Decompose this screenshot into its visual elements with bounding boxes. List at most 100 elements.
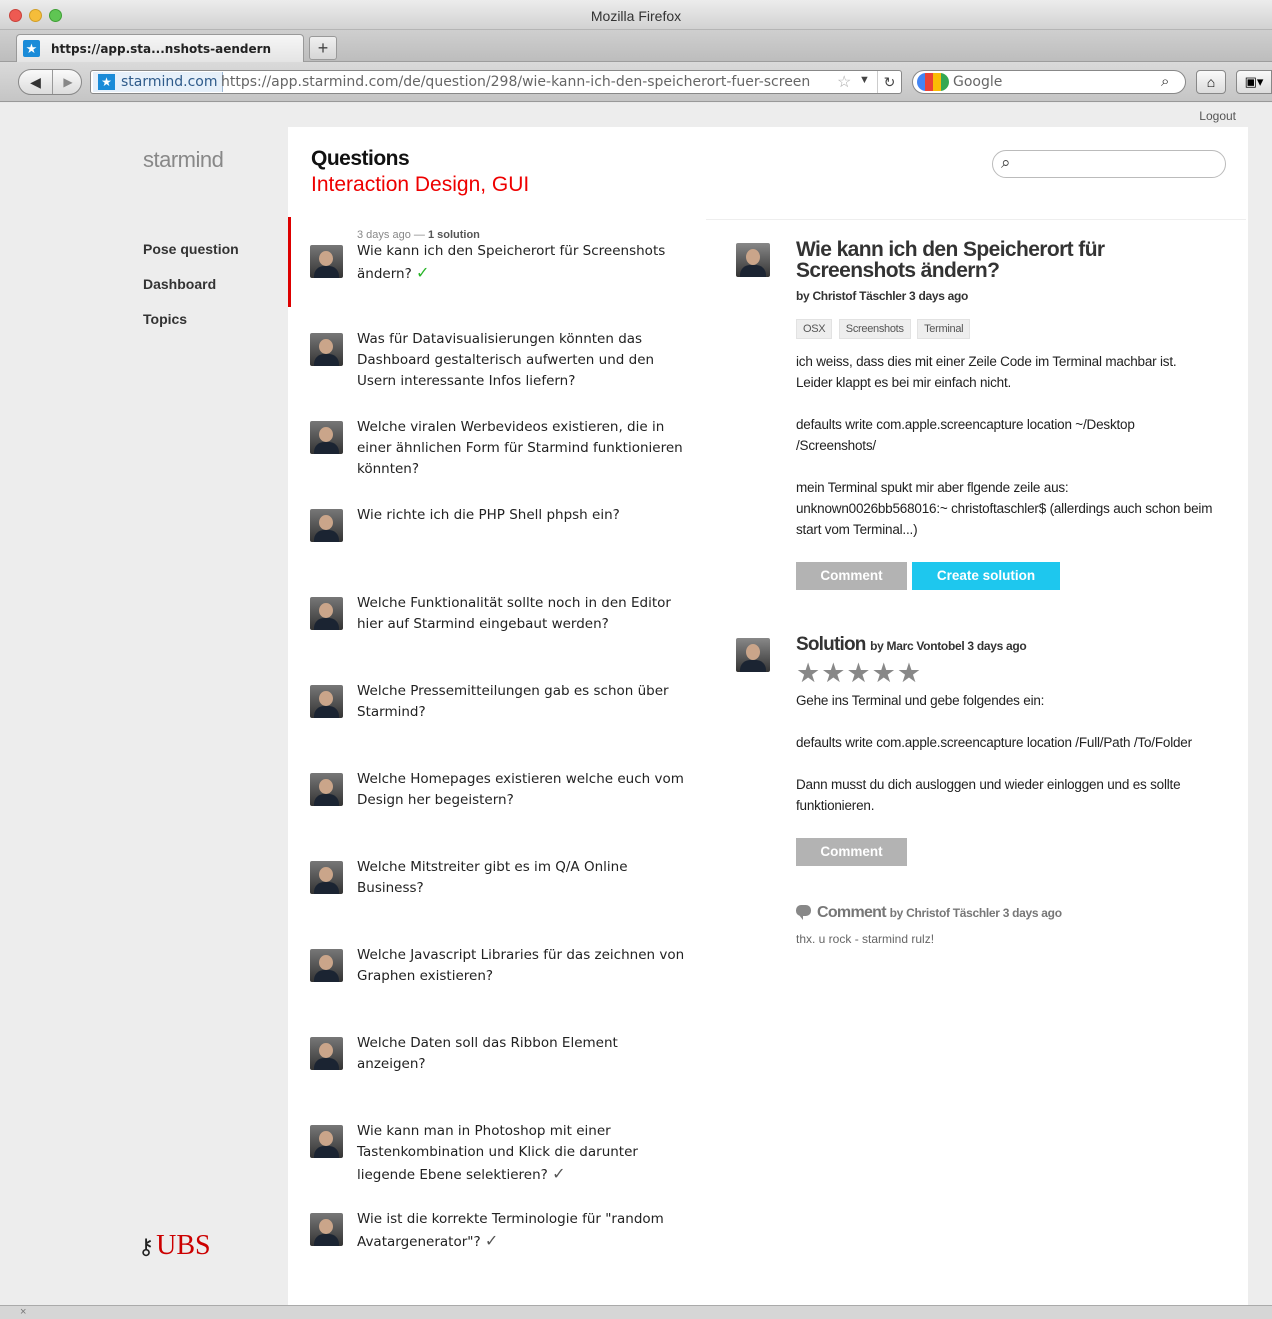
solution-comment-button[interactable]: Comment (796, 838, 907, 866)
solution-paragraph: defaults write com.apple.screencapture l… (796, 735, 1192, 750)
question-title[interactable]: Welche Funktionalität sollte noch in den… (357, 593, 687, 635)
question-list-item[interactable]: 3 days ago — 1 solution Wie kann ich den… (288, 217, 698, 307)
question-paragraph: defaults write com.apple.screencapture l… (796, 417, 1135, 453)
question-list-item[interactable]: Wie kann man in Photoshop mit einer Tast… (288, 1097, 698, 1185)
question-title[interactable]: Welche Pressemitteilungen gab es schon ü… (357, 681, 687, 723)
question-list-item[interactable]: Wie richte ich die PHP Shell phpsh ein? (288, 481, 698, 569)
google-engine-icon[interactable] (917, 73, 949, 91)
solution-byline: by Marc Vontobel 3 days ago (870, 639, 1027, 653)
window-title: Mozilla Firefox (590, 8, 682, 24)
search-placeholder: Google (953, 74, 1003, 90)
question-title[interactable]: Was für Datavisualisierungen könnten das… (357, 329, 687, 392)
comment-byline: by Christof Täschler 3 days ago (889, 906, 1062, 920)
tag-osx[interactable]: OSX (796, 319, 833, 339)
site-identity-button[interactable]: ★ starmind.com (93, 72, 223, 92)
question-title[interactable]: Welche Mitstreiter gibt es im Q/A Online… (357, 857, 687, 899)
avatar (310, 245, 343, 278)
tab-title: https://app.sta...nshots-aendern (51, 42, 272, 56)
question-actions: Comment Create solution (796, 562, 1216, 590)
tag-terminal[interactable]: Terminal (917, 319, 971, 339)
status-bar: × (0, 1305, 1272, 1319)
create-solution-button[interactable]: Create solution (912, 562, 1060, 590)
page-viewport: Logout starmind Pose question Dashboard … (0, 103, 1272, 1305)
comment-button[interactable]: Comment (796, 562, 907, 590)
back-forward-group: ◀ ▶ (18, 69, 82, 95)
question-list: 3 days ago — 1 solution Wie kann ich den… (288, 217, 698, 1273)
avatar (310, 861, 343, 894)
question-list-item[interactable]: Welche Mitstreiter gibt es im Q/A Online… (288, 833, 698, 921)
url-text[interactable]: https://app.starmind.com/de/question/298… (221, 74, 831, 90)
question-list-item[interactable]: Welche Funktionalität sollte noch in den… (288, 569, 698, 657)
logout-link[interactable]: Logout (1199, 109, 1236, 123)
avatar (310, 597, 343, 630)
back-button[interactable]: ◀ (19, 70, 53, 94)
solution-paragraph: Gehe ins Terminal und gebe folgendes ein… (796, 693, 1045, 708)
rating-stars[interactable]: ★★★★★ (796, 658, 1216, 688)
question-list-item[interactable]: Welche Pressemitteilungen gab es schon ü… (288, 657, 698, 745)
solution-heading: Solution by Marc Vontobel 3 days ago (796, 634, 1027, 655)
search-bar[interactable]: Google ⌕ (912, 70, 1186, 94)
starmind-favicon-icon: ★ (98, 74, 115, 90)
solved-check-icon: ✓ (416, 263, 430, 282)
avatar (310, 509, 343, 542)
page-title: Questions (311, 147, 410, 170)
nav-topics[interactable]: Topics (143, 311, 239, 327)
nav-pose-question[interactable]: Pose question (143, 241, 239, 257)
avatar (736, 638, 770, 672)
question-list-item[interactable]: Wie ist die korrekte Terminologie für "r… (288, 1185, 698, 1273)
topic-title[interactable]: Interaction Design, GUI (311, 173, 529, 197)
nav-dashboard[interactable]: Dashboard (143, 276, 239, 292)
bookmark-star-icon[interactable]: ☆ (837, 72, 851, 92)
question-title[interactable]: Wie richte ich die PHP Shell phpsh ein? (357, 505, 687, 526)
main-content: Questions Interaction Design, GUI ⌕ 3 da… (288, 127, 1248, 1305)
avatar (310, 773, 343, 806)
question-list-item[interactable]: Welche Daten soll das Ribbon Element anz… (288, 1009, 698, 1097)
browser-tab-active[interactable]: ★ https://app.sta...nshots-aendern (16, 34, 304, 62)
ubs-logo: ⚷UBS (138, 1230, 211, 1262)
tag-list: OSX Screenshots Terminal (796, 319, 1216, 339)
question-title[interactable]: Wie ist die korrekte Terminologie für "r… (357, 1209, 687, 1253)
question-title[interactable]: Wie kann ich den Speicherort für Screens… (357, 241, 687, 285)
question-list-item[interactable]: Welche Javascript Libraries für das zeic… (288, 921, 698, 1009)
avatar (736, 243, 770, 277)
forward-button[interactable]: ▶ (54, 70, 82, 94)
new-tab-button[interactable]: + (309, 36, 337, 60)
divider (706, 219, 1246, 220)
starmind-favicon-icon: ★ (23, 40, 40, 57)
comment-heading: Comment by Christof Täschler 3 days ago (796, 904, 1216, 922)
address-bar[interactable]: ★ starmind.com https://app.starmind.com/… (90, 70, 902, 94)
reload-button[interactable]: ↻ (877, 71, 901, 93)
question-title[interactable]: Wie kann man in Photoshop mit einer Tast… (357, 1121, 687, 1186)
solved-check-icon: ✓ (552, 1164, 566, 1183)
speech-bubble-icon (796, 905, 811, 920)
comment-text: thx. u rock - starmind rulz! (796, 932, 935, 946)
question-list-item[interactable]: Welche viralen Werbevideos existieren, d… (288, 393, 698, 481)
question-list-item[interactable]: Welche Homepages existieren welche euch … (288, 745, 698, 833)
avatar (310, 421, 343, 454)
ubs-keys-icon: ⚷ (138, 1235, 155, 1260)
question-title[interactable]: Welche Homepages existieren welche euch … (357, 769, 687, 811)
avatar (310, 333, 343, 366)
avatar (310, 685, 343, 718)
avatar (310, 949, 343, 982)
questions-header: Questions Interaction Design, GUI (311, 147, 529, 197)
close-addon-bar-icon[interactable]: × (20, 1306, 26, 1318)
solved-check-icon: ✓ (484, 1231, 499, 1250)
question-title[interactable]: Welche viralen Werbevideos existieren, d… (357, 417, 687, 480)
home-button[interactable]: ⌂ (1196, 70, 1226, 94)
avatar (310, 1213, 343, 1246)
page-search-input[interactable]: ⌕ (992, 150, 1226, 178)
navigation-toolbar: ◀ ▶ ★ starmind.com https://app.starmind.… (0, 62, 1272, 102)
tag-screenshots[interactable]: Screenshots (838, 319, 911, 339)
question-title[interactable]: Welche Javascript Libraries für das zeic… (357, 945, 687, 987)
extension-button[interactable]: ▣▾ (1236, 70, 1272, 94)
solution-body: Solution by Marc Vontobel 3 days ago ★★★… (796, 634, 1216, 946)
window-titlebar: Mozilla Firefox (0, 0, 1272, 30)
search-icon: ⌕ (1001, 153, 1011, 172)
history-dropdown-icon[interactable]: ▼ (859, 74, 870, 86)
question-list-item[interactable]: Was für Datavisualisierungen könnten das… (288, 305, 698, 393)
question-title[interactable]: Welche Daten soll das Ribbon Element anz… (357, 1033, 687, 1075)
starmind-logo[interactable]: starmind (143, 147, 224, 173)
search-icon[interactable]: ⌕ (1161, 73, 1169, 90)
tab-bar: ★ https://app.sta...nshots-aendern + (0, 30, 1272, 62)
